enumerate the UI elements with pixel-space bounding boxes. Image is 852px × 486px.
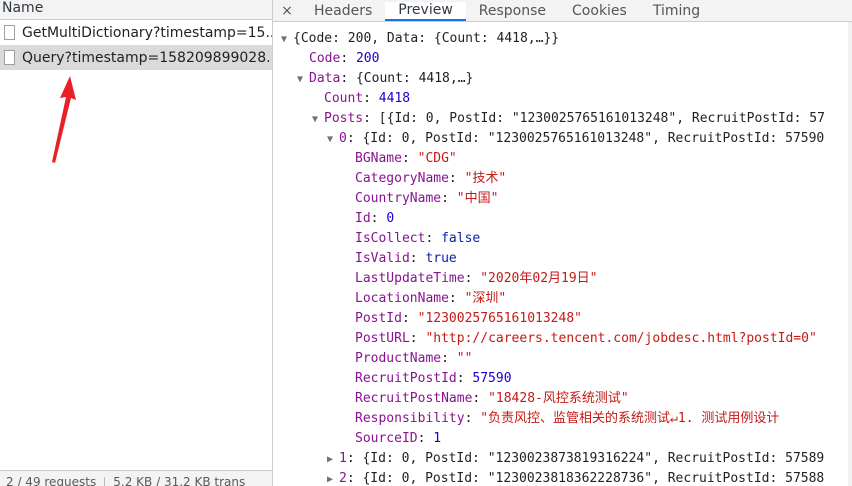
json-field-value: "负责风控、监管相关的系统测试↵1. 测试用例设计: [480, 411, 780, 426]
json-posts-node[interactable]: ▼ Posts: [{Id: 0, PostId: "12300257651610…: [312, 109, 825, 129]
file-icon: [4, 50, 15, 65]
json-field-line: IsCollect: false: [355, 231, 481, 246]
json-field-value: 0: [386, 211, 395, 226]
json-field-line: SourceID: 1: [355, 431, 442, 446]
json-field-value: 57590: [472, 371, 512, 386]
json-field-key: Id: [355, 211, 371, 226]
json-field-value: "http://careers.tencent.com/jobdesc.html…: [425, 331, 817, 346]
status-bar: 2 / 49 requests 5.2 KB / 31.2 KB trans: [0, 470, 272, 486]
json-field-value: true: [425, 251, 457, 266]
request-details-panel: × Headers Preview Response Cookies Timin…: [273, 0, 852, 486]
tab-timing[interactable]: Timing: [640, 2, 713, 21]
divider: [104, 476, 106, 486]
json-field-key: ProductName: [355, 351, 442, 366]
json-field-key: SourceID: [355, 431, 418, 446]
json-field-line: RecruitPostId: 57590: [355, 371, 512, 386]
vertical-scrollbar[interactable]: [848, 22, 852, 486]
json-field-value: "深圳": [464, 291, 507, 306]
file-icon: [4, 25, 15, 40]
json-field-line: PostId: "1230025765161013248": [355, 311, 582, 326]
request-list-panel: Name GetMultiDictionary?timestamp=15... …: [0, 0, 273, 486]
json-field-key: RecruitPostName: [355, 391, 473, 406]
json-field-value: 1: [433, 431, 442, 446]
expand-triangle-icon[interactable]: ▼: [281, 30, 293, 50]
request-count: 2 / 49 requests: [6, 475, 97, 486]
json-field-key: RecruitPostId: [355, 371, 457, 386]
request-row-selected[interactable]: Query?timestamp=158209899028...: [0, 45, 272, 70]
request-name: Query?timestamp=158209899028...: [22, 49, 272, 66]
json-post-item-0[interactable]: ▼ 0: {Id: 0, PostId: "1230025765161013248…: [327, 129, 824, 149]
json-post-item-2[interactable]: ▶ 2: {Id: 0, PostId: "1230023818362228736…: [327, 469, 824, 486]
json-field-key: BGName: [355, 151, 402, 166]
json-root-node[interactable]: ▼ {Code: 200, Data: {Count: 4418,…}}: [281, 29, 559, 49]
json-field-key: LocationName: [355, 291, 449, 306]
json-field-line: ProductName: "": [355, 351, 473, 366]
json-field-key: IsCollect: [355, 231, 426, 246]
details-tab-bar: × Headers Preview Response Cookies Timin…: [273, 0, 852, 22]
json-field-line: Responsibility: "负责风控、监管相关的系统测试↵1. 测试用例设…: [355, 411, 780, 426]
json-field-key: PostURL: [355, 331, 410, 346]
json-field-line: PostURL: "http://careers.tencent.com/job…: [355, 331, 817, 346]
json-field-key: IsValid: [355, 251, 410, 266]
json-field-key: PostId: [355, 311, 402, 326]
expand-triangle-right-icon[interactable]: ▶: [327, 450, 339, 470]
json-field-line: IsValid: true: [355, 251, 457, 266]
tab-headers[interactable]: Headers: [301, 2, 385, 21]
json-post-item-1[interactable]: ▶ 1: {Id: 0, PostId: "1230023873819316224…: [327, 449, 824, 469]
tab-response[interactable]: Response: [466, 2, 559, 21]
expand-triangle-icon[interactable]: ▼: [297, 70, 309, 90]
json-count-line: Count: 4418: [324, 91, 411, 106]
json-field-line: Id: 0: [355, 211, 395, 226]
json-field-key: Responsibility: [355, 411, 465, 426]
json-field-key: CategoryName: [355, 171, 449, 186]
json-preview: ▼ {Code: 200, Data: {Count: 4418,…}} Code…: [273, 22, 852, 486]
transfer-size: 5.2 KB / 31.2 KB trans: [113, 475, 246, 486]
tab-cookies[interactable]: Cookies: [559, 2, 640, 21]
json-field-value: "2020年02月19日": [480, 271, 598, 286]
expand-triangle-right-icon[interactable]: ▶: [327, 470, 339, 486]
json-data-node[interactable]: ▼ Data: {Count: 4418,…}: [297, 69, 473, 89]
json-field-value: "技术": [464, 171, 507, 186]
json-field-value: false: [441, 231, 481, 246]
close-icon[interactable]: ×: [273, 1, 301, 21]
json-field-value: "1230025765161013248": [417, 311, 582, 326]
tab-preview[interactable]: Preview: [385, 2, 466, 21]
json-field-value: "18428-风控系统测试": [488, 391, 629, 406]
expand-triangle-icon[interactable]: ▼: [327, 130, 339, 150]
json-field-line: CategoryName: "技术": [355, 171, 507, 186]
json-code-line: Code: 200: [309, 51, 380, 66]
json-field-value: "CDG": [417, 151, 457, 166]
name-column-header[interactable]: Name: [0, 0, 272, 20]
json-field-value: "": [456, 351, 473, 366]
request-name: GetMultiDictionary?timestamp=15...: [22, 24, 272, 41]
json-field-line: RecruitPostName: "18428-风控系统测试": [355, 391, 629, 406]
json-field-key: CountryName: [355, 191, 442, 206]
red-arrow-annotation: [52, 76, 76, 163]
json-field-line: CountryName: "中国": [355, 191, 499, 206]
json-field-value: "中国": [456, 191, 499, 206]
json-field-line: LocationName: "深圳": [355, 291, 507, 306]
request-row[interactable]: GetMultiDictionary?timestamp=15...: [0, 20, 272, 45]
json-field-line: LastUpdateTime: "2020年02月19日": [355, 271, 598, 286]
expand-triangle-icon[interactable]: ▼: [312, 110, 324, 130]
json-field-key: LastUpdateTime: [355, 271, 465, 286]
json-field-line: BGName: "CDG": [355, 151, 457, 166]
